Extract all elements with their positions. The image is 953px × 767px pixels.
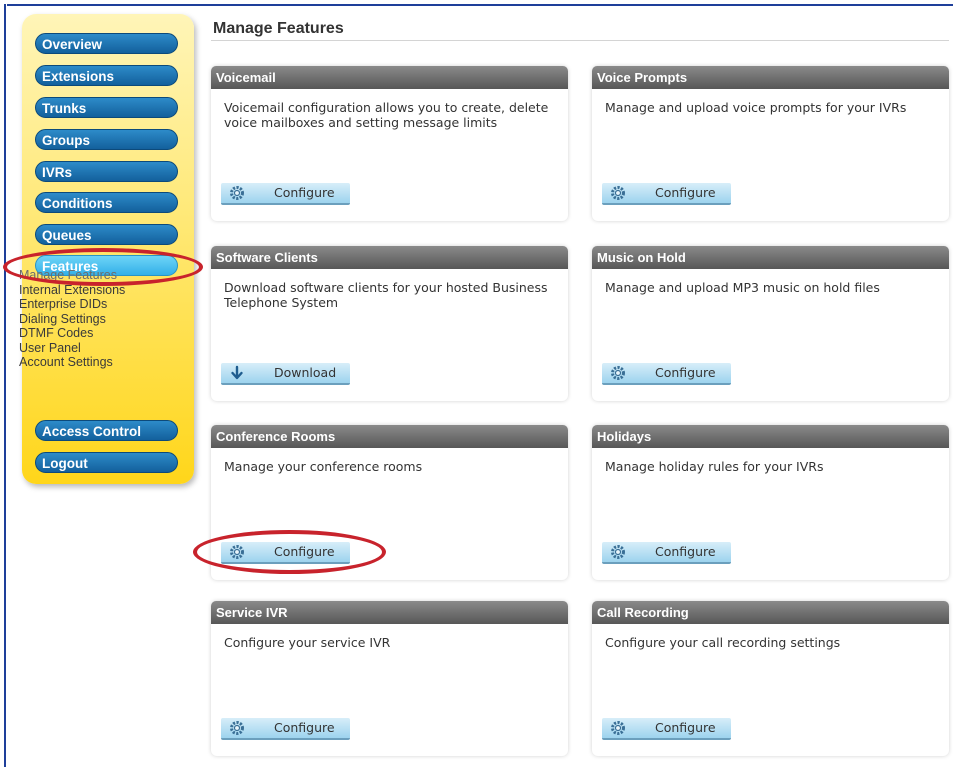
card-voice-prompts: Voice Prompts Manage and upload voice pr… [592,66,949,221]
card-voicemail: Voicemail Voicemail configuration allows… [211,66,568,221]
card-title: Service IVR [211,601,568,624]
nav-trunks[interactable]: Trunks [35,97,178,118]
card-software-clients: Software Clients Download software clien… [211,246,568,401]
gear-icon [611,186,625,200]
call-recording-configure-button[interactable]: Configure [602,718,731,740]
card-holidays: Holidays Manage holiday rules for your I… [592,425,949,580]
nav-ivrs[interactable]: IVRs [35,161,178,182]
card-description: Configure your call recording settings [605,635,841,650]
music-on-hold-configure-button[interactable]: Configure [602,363,731,385]
frame-top-border [7,4,953,6]
nav-access-control[interactable]: Access Control [35,420,178,441]
card-description: Manage holiday rules for your IVRs [605,459,824,474]
gear-icon [611,721,625,735]
button-label: Configure [655,185,716,200]
submenu-internal-extensions[interactable]: Internal Extensions [19,283,179,298]
button-label: Configure [655,720,716,735]
button-label: Configure [274,720,335,735]
sidebar: Overview Extensions Trunks Groups IVRs C… [22,14,194,484]
submenu-dialing-settings[interactable]: Dialing Settings [19,312,179,327]
software-clients-download-button[interactable]: Download [221,363,350,385]
download-arrow-icon [231,365,243,380]
nav-queues[interactable]: Queues [35,224,178,245]
card-title: Voicemail [211,66,568,89]
button-label: Configure [655,544,716,559]
nav-extensions[interactable]: Extensions [35,65,178,86]
card-conference-rooms: Conference Rooms Manage your conference … [211,425,568,580]
button-label: Configure [274,185,335,200]
holidays-configure-button[interactable]: Configure [602,542,731,564]
title-divider [211,40,949,41]
card-call-recording: Call Recording Configure your call recor… [592,601,949,756]
frame-left-border [4,4,6,767]
submenu-manage-features[interactable]: Manage Features [19,268,179,283]
nav-overview[interactable]: Overview [35,33,178,54]
card-service-ivr: Service IVR Configure your service IVR C… [211,601,568,756]
gear-icon [611,545,625,559]
gear-icon [230,186,244,200]
card-description: Voicemail configuration allows you to cr… [224,100,549,130]
card-title: Music on Hold [592,246,949,269]
service-ivr-configure-button[interactable]: Configure [221,718,350,740]
button-label: Configure [274,544,335,559]
card-description: Manage your conference rooms [224,459,423,474]
submenu-dtmf-codes[interactable]: DTMF Codes [19,326,179,341]
card-music-on-hold: Music on Hold Manage and upload MP3 musi… [592,246,949,401]
card-title: Software Clients [211,246,568,269]
features-submenu: Manage Features Internal Extensions Ente… [19,268,179,370]
card-description: Configure your service IVR [224,635,391,650]
nav-logout[interactable]: Logout [35,452,178,473]
conference-rooms-configure-button[interactable]: Configure [221,542,350,564]
card-description: Download software clients for your hoste… [224,280,548,310]
card-title: Call Recording [592,601,949,624]
voice-prompts-configure-button[interactable]: Configure [602,183,731,205]
page-title: Manage Features [213,20,344,37]
gear-icon [611,366,625,380]
submenu-account-settings[interactable]: Account Settings [19,355,179,370]
submenu-enterprise-dids[interactable]: Enterprise DIDs [19,297,179,312]
card-title: Holidays [592,425,949,448]
voicemail-configure-button[interactable]: Configure [221,183,350,205]
card-title: Voice Prompts [592,66,949,89]
gear-icon [230,721,244,735]
nav-conditions[interactable]: Conditions [35,192,178,213]
nav-groups[interactable]: Groups [35,129,178,150]
button-label: Configure [655,365,716,380]
card-title: Conference Rooms [211,425,568,448]
card-description: Manage and upload MP3 music on hold file… [605,280,880,295]
button-label: Download [274,365,337,380]
gear-icon [230,545,244,559]
card-description: Manage and upload voice prompts for your… [605,100,907,115]
submenu-user-panel[interactable]: User Panel [19,341,179,356]
